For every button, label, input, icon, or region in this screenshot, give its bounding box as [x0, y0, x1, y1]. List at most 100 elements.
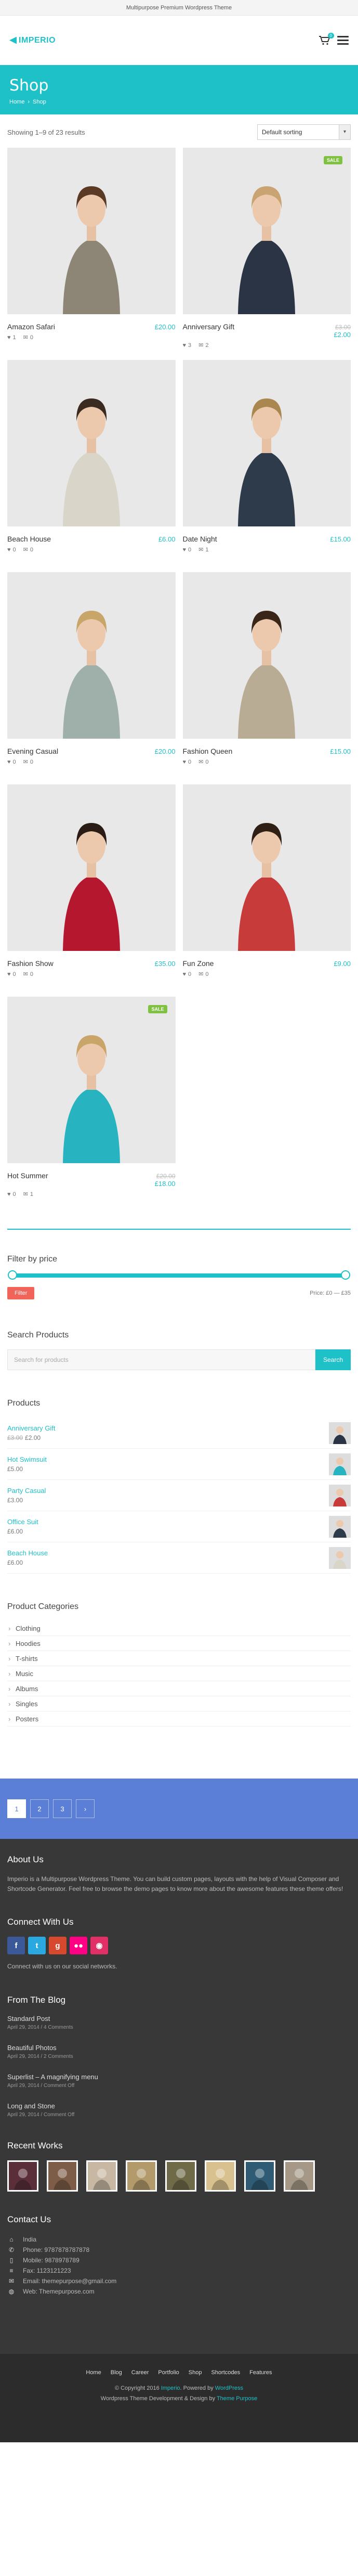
twitter-icon[interactable]: t — [28, 1937, 46, 1955]
like-counter[interactable]: ♥ 0 — [7, 1191, 16, 1197]
like-counter[interactable]: ♥ 0 — [183, 971, 192, 977]
recent-work-thumbnail[interactable] — [47, 2160, 78, 2192]
footer-nav-link[interactable]: Career — [131, 2369, 149, 2376]
recent-work-thumbnail[interactable] — [284, 2160, 315, 2192]
product-card[interactable]: SALE Hot Summer £20.00 £18.00 ♥ 0 ✉ 1 — [7, 997, 176, 1209]
product-list-name[interactable]: Beach House — [7, 1549, 48, 1557]
recent-work-thumbnail[interactable] — [244, 2160, 275, 2192]
product-card[interactable]: SALE Anniversary Gift £3.00 £2.00 ♥ 3 ✉ 2 — [182, 148, 351, 360]
category-link[interactable]: T-shirts — [7, 1651, 351, 1666]
logo[interactable]: IMPERIO — [9, 36, 56, 45]
product-name[interactable]: Fashion Queen — [183, 747, 233, 755]
footer-nav-link[interactable]: Portfolio — [158, 2369, 179, 2376]
comment-counter[interactable]: ✉ 2 — [198, 342, 208, 349]
menu-icon[interactable] — [337, 36, 349, 45]
product-image[interactable]: SALE — [7, 997, 176, 1163]
like-counter[interactable]: ♥ 3 — [183, 342, 192, 349]
sort-select[interactable]: Default sorting ▾ — [257, 124, 351, 140]
filter-button[interactable]: Filter — [7, 1287, 35, 1299]
product-name[interactable]: Fashion Show — [7, 959, 54, 968]
product-name[interactable]: Fun Zone — [183, 959, 214, 968]
product-name[interactable]: Hot Summer — [7, 1171, 48, 1180]
product-list-item[interactable]: Beach House £6.00 — [7, 1542, 351, 1574]
wordpress-link[interactable]: WordPress — [215, 2385, 243, 2391]
comment-counter[interactable]: ✉ 0 — [198, 758, 208, 766]
recent-work-thumbnail[interactable] — [126, 2160, 157, 2192]
product-image[interactable] — [182, 784, 351, 951]
search-button[interactable]: Search — [315, 1349, 351, 1370]
comment-counter[interactable]: ✉ 0 — [23, 758, 33, 766]
page-button[interactable]: 3 — [53, 1799, 72, 1818]
product-list-item[interactable]: Office Suit £6.00 — [7, 1511, 351, 1542]
product-card[interactable]: Date Night £15.00 ♥ 0 ✉ 1 — [182, 360, 351, 572]
product-name[interactable]: Date Night — [183, 535, 217, 543]
recent-work-thumbnail[interactable] — [7, 2160, 38, 2192]
product-list-item[interactable]: Anniversary Gift £3.00 £2.00 — [7, 1418, 351, 1449]
search-input[interactable]: Search for products — [7, 1349, 315, 1370]
product-list-name[interactable]: Hot Swimsuit — [7, 1456, 47, 1463]
product-name[interactable]: Beach House — [7, 535, 51, 543]
recent-work-thumbnail[interactable] — [205, 2160, 236, 2192]
product-name[interactable]: Amazon Safari — [7, 323, 55, 331]
product-list-item[interactable]: Hot Swimsuit £5.00 — [7, 1449, 351, 1480]
product-thumbnail[interactable] — [329, 1484, 351, 1506]
category-link[interactable]: Hoodies — [7, 1636, 351, 1651]
next-page-button[interactable]: › — [76, 1799, 95, 1818]
product-image[interactable]: SALE — [182, 148, 351, 314]
product-image[interactable] — [182, 572, 351, 739]
product-name[interactable]: Evening Casual — [7, 747, 58, 755]
product-image[interactable] — [7, 360, 176, 526]
category-link[interactable]: Albums — [7, 1681, 351, 1696]
blog-post-title[interactable]: Superlist – A magnifying menu — [7, 2073, 351, 2081]
product-thumbnail[interactable] — [329, 1422, 351, 1444]
comment-counter[interactable]: ✉ 0 — [23, 546, 33, 553]
category-link[interactable]: Clothing — [7, 1621, 351, 1636]
facebook-icon[interactable]: f — [7, 1937, 25, 1955]
product-list-name[interactable]: Party Casual — [7, 1487, 46, 1495]
product-name[interactable]: Anniversary Gift — [183, 323, 235, 331]
product-thumbnail[interactable] — [329, 1547, 351, 1569]
blog-post-title[interactable]: Beautiful Photos — [7, 2044, 351, 2052]
product-card[interactable]: Fashion Queen £15.00 ♥ 0 ✉ 0 — [182, 572, 351, 784]
page-button[interactable]: 1 — [7, 1799, 26, 1818]
comment-counter[interactable]: ✉ 0 — [23, 334, 33, 341]
blog-post-title[interactable]: Standard Post — [7, 2015, 351, 2023]
product-list-name[interactable]: Office Suit — [7, 1518, 38, 1526]
brand-link[interactable]: Imperio — [161, 2385, 180, 2391]
footer-nav-link[interactable]: Blog — [111, 2369, 122, 2376]
like-counter[interactable]: ♥ 0 — [183, 547, 192, 553]
category-link[interactable]: Posters — [7, 1711, 351, 1727]
product-thumbnail[interactable] — [329, 1515, 351, 1538]
recent-work-thumbnail[interactable] — [165, 2160, 196, 2192]
cart-icon[interactable]: 0 — [319, 32, 334, 45]
like-counter[interactable]: ♥ 0 — [7, 759, 16, 765]
footer-nav-link[interactable]: Shortcodes — [211, 2369, 240, 2376]
category-link[interactable]: Music — [7, 1666, 351, 1681]
page-button[interactable]: 2 — [30, 1799, 49, 1818]
comment-counter[interactable]: ✉ 1 — [23, 1191, 33, 1198]
theme-purpose-link[interactable]: Theme Purpose — [217, 2395, 257, 2402]
product-image[interactable] — [7, 148, 176, 314]
comment-counter[interactable]: ✉ 0 — [198, 971, 208, 978]
flickr-icon[interactable]: ●● — [70, 1937, 87, 1955]
blog-post-title[interactable]: Long and Stone — [7, 2102, 351, 2110]
category-link[interactable]: Singles — [7, 1696, 351, 1711]
recent-work-thumbnail[interactable] — [86, 2160, 117, 2192]
product-image[interactable] — [7, 784, 176, 951]
product-image[interactable] — [182, 360, 351, 526]
like-counter[interactable]: ♥ 1 — [7, 334, 16, 341]
product-card[interactable]: Evening Casual £20.00 ♥ 0 ✉ 0 — [7, 572, 176, 784]
product-card[interactable]: Fashion Show £35.00 ♥ 0 ✉ 0 — [7, 784, 176, 997]
product-list-item[interactable]: Party Casual £3.00 — [7, 1480, 351, 1511]
footer-nav-link[interactable]: Shop — [189, 2369, 202, 2376]
product-thumbnail[interactable] — [329, 1453, 351, 1475]
comment-counter[interactable]: ✉ 1 — [198, 546, 208, 553]
comment-counter[interactable]: ✉ 0 — [23, 971, 33, 978]
like-counter[interactable]: ♥ 0 — [7, 971, 16, 977]
footer-nav-link[interactable]: Features — [249, 2369, 272, 2376]
price-slider[interactable] — [8, 1270, 350, 1280]
like-counter[interactable]: ♥ 0 — [183, 759, 192, 765]
like-counter[interactable]: ♥ 0 — [7, 547, 16, 553]
footer-nav-link[interactable]: Home — [86, 2369, 101, 2376]
price-slider-max-handle[interactable] — [341, 1270, 350, 1280]
